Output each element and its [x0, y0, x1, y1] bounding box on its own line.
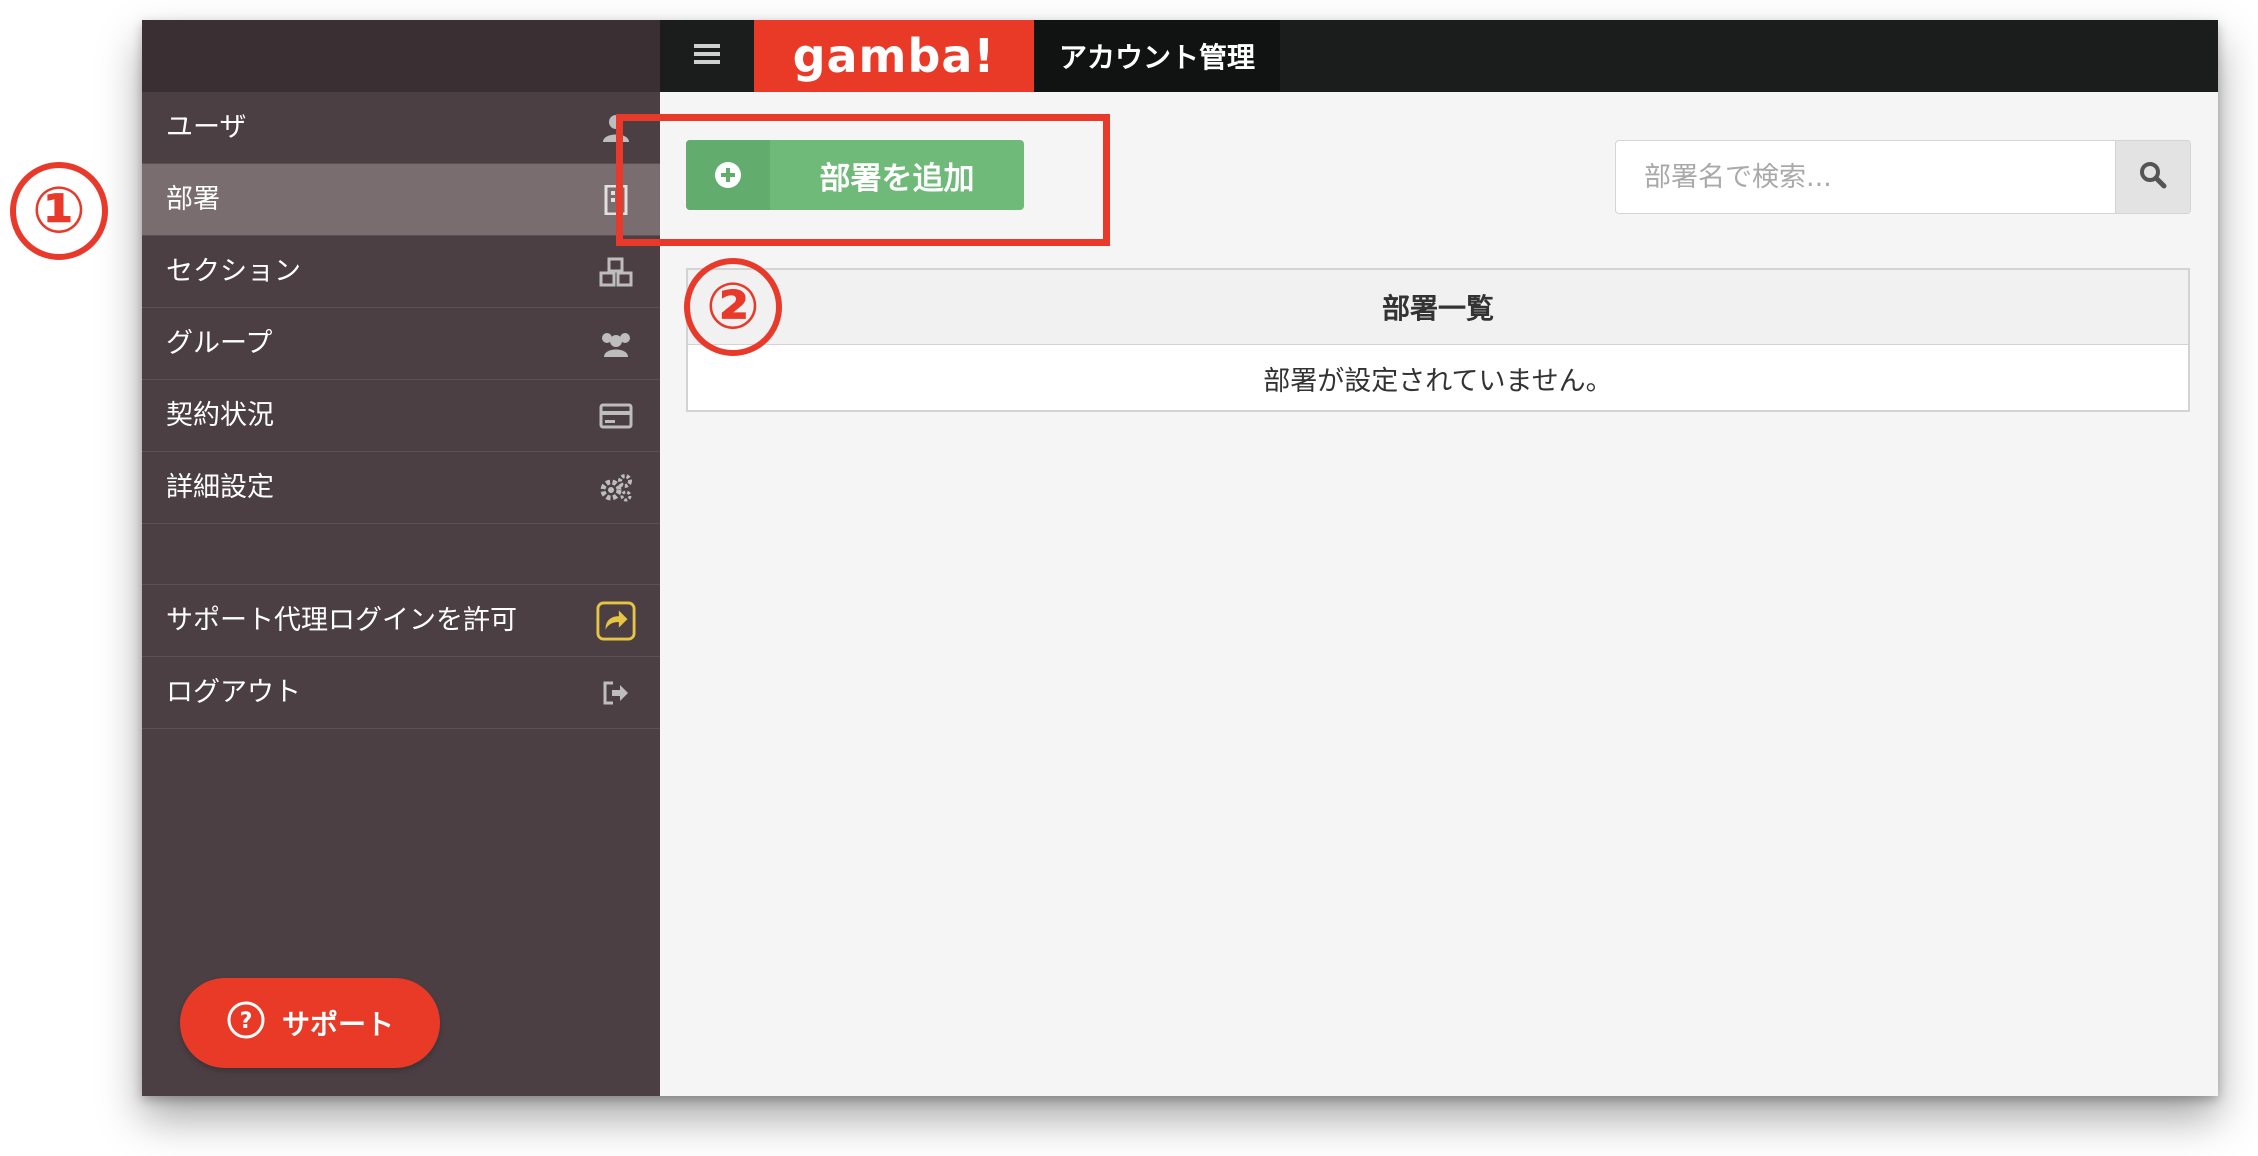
page-title: アカウント管理: [1034, 20, 1280, 92]
cubes-icon: [596, 236, 636, 308]
question-circle-icon: ?: [226, 1000, 266, 1047]
sidebar-item-support-login[interactable]: サポート代理ログインを許可: [142, 585, 660, 657]
support-button[interactable]: ? サポート: [180, 978, 440, 1068]
department-list-title: 部署一覧: [688, 270, 2188, 345]
sidebar-item-label: セクション: [166, 256, 301, 287]
sidebar-item-label: 詳細設定: [166, 472, 274, 503]
sidebar-header: [142, 20, 660, 92]
annotation-highlight-box: [616, 114, 1110, 246]
sidebar-item-logout[interactable]: ログアウト: [142, 657, 660, 729]
sidebar-item-users[interactable]: ユーザ: [142, 92, 660, 164]
sidebar-item-departments[interactable]: 部署: [142, 164, 660, 236]
credit-card-icon: [596, 380, 636, 452]
share-icon: [596, 585, 636, 657]
sidebar-item-label: ログアウト: [166, 677, 301, 708]
top-bar: gamba! アカウント管理: [660, 20, 2218, 92]
sidebar-item-label: 部署: [166, 184, 220, 215]
sidebar-item-groups[interactable]: グループ: [142, 308, 660, 380]
search-button[interactable]: [2115, 140, 2191, 214]
app-window: ユーザ 部署 セクション グループ 契約状況 詳細設定 サポート代理ログインを許…: [142, 20, 2218, 1096]
sidebar-nav: ユーザ 部署 セクション グループ 契約状況 詳細設定: [142, 92, 660, 524]
search-icon: [2139, 161, 2167, 193]
hamburger-icon: [694, 43, 720, 69]
sidebar-item-advanced-settings[interactable]: 詳細設定: [142, 452, 660, 524]
sidebar-item-sections[interactable]: セクション: [142, 236, 660, 308]
sidebar-secondary-nav: サポート代理ログインを許可 ログアウト: [142, 584, 660, 729]
annotation-step-1: ①: [10, 162, 108, 260]
menu-toggle-button[interactable]: [660, 20, 754, 92]
sidebar-item-label: ユーザ: [166, 112, 247, 143]
sidebar-item-contract[interactable]: 契約状況: [142, 380, 660, 452]
sign-out-icon: [596, 657, 636, 729]
users-icon: [596, 308, 636, 380]
brand-logo[interactable]: gamba!: [754, 20, 1034, 92]
gears-icon: [596, 452, 636, 524]
svg-text:?: ?: [240, 1009, 253, 1034]
support-button-label: サポート: [281, 1008, 394, 1041]
department-list-panel: 部署一覧 部署が設定されていません。: [686, 268, 2190, 412]
sidebar-item-label: 契約状況: [166, 400, 274, 431]
annotation-step-2: ②: [684, 258, 782, 356]
sidebar: ユーザ 部署 セクション グループ 契約状況 詳細設定 サポート代理ログインを許…: [142, 20, 660, 1096]
sidebar-item-label: サポート代理ログインを許可: [166, 605, 517, 636]
sidebar-item-label: グループ: [166, 328, 273, 359]
department-empty-message: 部署が設定されていません。: [1263, 365, 1613, 397]
department-search-input[interactable]: [1615, 140, 2115, 214]
